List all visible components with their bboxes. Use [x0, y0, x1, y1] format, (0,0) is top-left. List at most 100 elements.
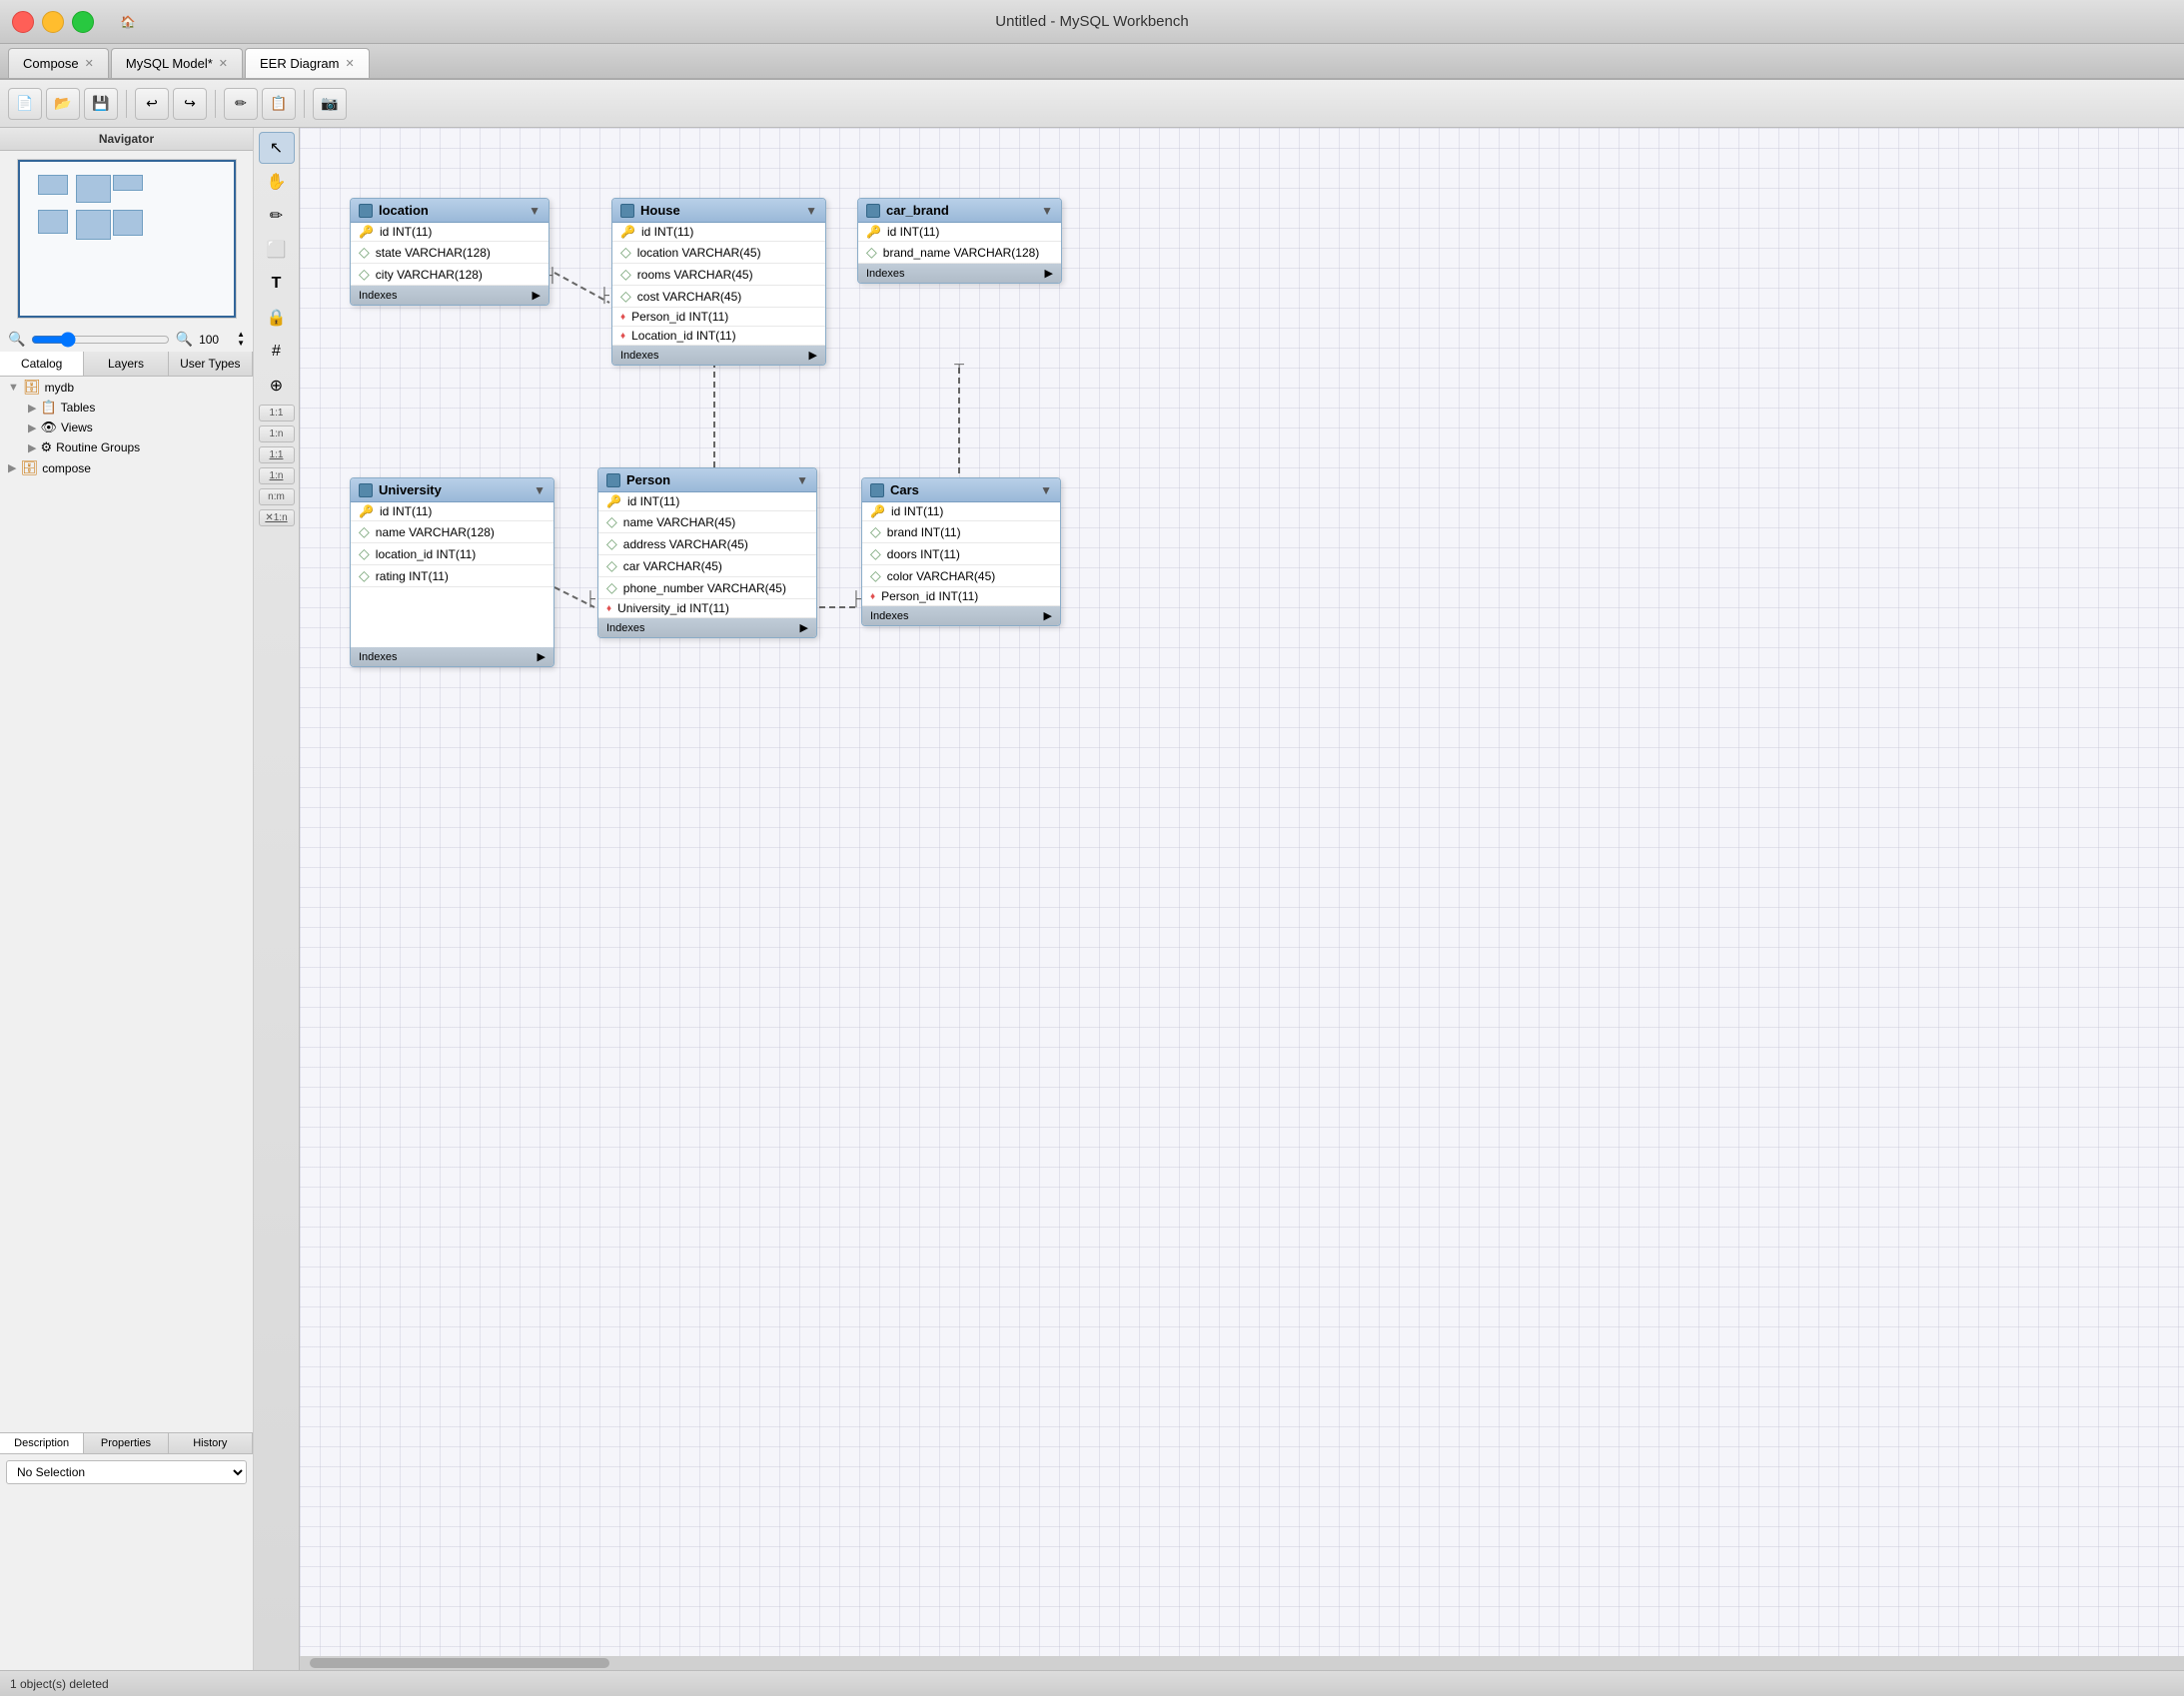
edit-tool[interactable]: ✏	[259, 200, 295, 232]
indexes-university[interactable]: Indexes ▶	[351, 647, 553, 666]
views-icon: 👁	[40, 420, 57, 435]
diagram-canvas[interactable]: ┤ ├ ⊤ ⊥ ┤ ├ ┤ ├ ⊤ ⊥ location ▼ 🔑 id	[300, 128, 2184, 1670]
dropdown-icon[interactable]: ▼	[796, 473, 808, 487]
null-icon: ◇	[359, 244, 370, 261]
horizontal-scrollbar[interactable]	[300, 1656, 2184, 1670]
selection-dropdown[interactable]: No Selection	[6, 1460, 247, 1484]
save-button[interactable]: 💾	[84, 88, 118, 120]
field-carbrand-name: ◇ brand_name VARCHAR(128)	[858, 242, 1061, 264]
select-tool[interactable]: ↖	[259, 132, 295, 164]
table-car-brand[interactable]: car_brand ▼ 🔑 id INT(11) ◇ brand_name VA…	[857, 198, 1062, 284]
table-location[interactable]: location ▼ 🔑 id INT(11) ◇ state VARCHAR(…	[350, 198, 549, 306]
table-location-header: location ▼	[351, 199, 548, 223]
lock-tool[interactable]: 🔒	[259, 302, 295, 334]
dropdown-icon[interactable]: ▼	[529, 204, 541, 218]
dropdown-icon[interactable]: ▼	[805, 204, 817, 218]
table-icon	[359, 204, 373, 218]
maximize-button[interactable]	[72, 11, 94, 33]
scrollbar-thumb[interactable]	[310, 1658, 609, 1668]
pk-icon: 🔑	[870, 504, 885, 518]
rel-1-n-tool[interactable]: 1:n	[259, 425, 295, 442]
add-tool[interactable]: ⊕	[259, 370, 295, 402]
tree-item-mydb[interactable]: ▼ 🗄 mydb	[0, 377, 253, 398]
tree-item-compose[interactable]: ▶ 🗄 compose	[0, 457, 253, 478]
copy-button[interactable]: 📋	[262, 88, 296, 120]
zoom-down-arrow[interactable]: ▼	[237, 340, 245, 348]
dropdown-icon[interactable]: ▼	[534, 483, 546, 497]
indexes-label: Indexes	[866, 268, 905, 280]
tab-properties[interactable]: Properties	[84, 1433, 168, 1453]
tree-item-tables[interactable]: ▶ 📋 Tables	[20, 398, 253, 418]
redo-button[interactable]: ↪	[173, 88, 207, 120]
indexes-label: Indexes	[359, 290, 398, 302]
text-tool[interactable]: T	[259, 268, 295, 300]
tab-close-icon[interactable]: ✕	[85, 57, 94, 70]
edit-button[interactable]: ✏	[224, 88, 258, 120]
zoom-out-icon[interactable]: 🔍	[8, 331, 25, 348]
table-cars[interactable]: Cars ▼ 🔑 id INT(11) ◇ brand INT(11) ◇ do…	[861, 477, 1061, 626]
tab-close-icon[interactable]: ✕	[219, 57, 228, 70]
field-name: id INT(11)	[887, 225, 939, 239]
svg-text:├: ├	[599, 287, 609, 305]
minimize-button[interactable]	[42, 11, 64, 33]
rel-1-n-c-tool[interactable]: ✕1:n	[259, 509, 295, 526]
field-university-name: ◇ name VARCHAR(128)	[351, 521, 553, 543]
table-person[interactable]: Person ▼ 🔑 id INT(11) ◇ name VARCHAR(45)…	[597, 467, 817, 638]
indexes-cars[interactable]: Indexes ▶	[862, 606, 1060, 625]
home-button[interactable]: 🏠	[110, 8, 146, 36]
screenshot-button[interactable]: 📷	[313, 88, 347, 120]
dropdown-icon[interactable]: ▼	[1041, 204, 1053, 218]
tab-compose[interactable]: Compose ✕	[8, 48, 109, 78]
field-name: Person_id INT(11)	[631, 310, 728, 324]
tab-mysql-model[interactable]: MySQL Model* ✕	[111, 48, 243, 78]
null-icon: ◇	[870, 567, 881, 584]
rel-1-nb-tool[interactable]: 1:n	[259, 467, 295, 484]
desc-content-area	[0, 1490, 253, 1670]
indexes-house[interactable]: Indexes ▶	[612, 346, 825, 365]
tab-description[interactable]: Description	[0, 1433, 84, 1453]
tab-catalog[interactable]: Catalog	[0, 352, 84, 376]
open-button[interactable]: 📂	[46, 88, 80, 120]
table-university[interactable]: University ▼ 🔑 id INT(11) ◇ name VARCHAR…	[350, 477, 554, 667]
zoom-in-icon[interactable]: 🔍	[176, 331, 193, 348]
tab-layers[interactable]: Layers	[84, 352, 168, 376]
fk-icon: ♦	[606, 603, 611, 614]
tab-eer-diagram[interactable]: EER Diagram ✕	[245, 48, 370, 78]
rel-1-1-tool[interactable]: 1:1	[259, 405, 295, 422]
field-house-cost: ◇ cost VARCHAR(45)	[612, 286, 825, 308]
status-bar: 1 object(s) deleted	[0, 1670, 2184, 1696]
indexes-expand-icon: ▶	[1045, 267, 1053, 280]
close-button[interactable]	[12, 11, 34, 33]
tree-label-tables: Tables	[61, 401, 96, 415]
indexes-location[interactable]: Indexes ▶	[351, 286, 548, 305]
tree-item-routine-groups[interactable]: ▶ ⚙ Routine Groups	[20, 437, 253, 457]
table-title-location: location	[379, 203, 523, 218]
zoom-up-arrow[interactable]: ▲	[237, 331, 245, 339]
rel-1-1b-tool[interactable]: 1:1	[259, 446, 295, 463]
new-button[interactable]: 📄	[8, 88, 42, 120]
navigator-canvas[interactable]	[17, 159, 237, 319]
tab-close-icon[interactable]: ✕	[345, 57, 354, 70]
tab-user-types[interactable]: User Types	[169, 352, 253, 376]
box-tool[interactable]: ⬜	[259, 234, 295, 266]
indexes-person[interactable]: Indexes ▶	[598, 618, 816, 637]
undo-button[interactable]: ↩	[135, 88, 169, 120]
tree-label-compose: compose	[42, 461, 91, 475]
field-person-university-id: ♦ University_id INT(11)	[598, 599, 816, 618]
pan-tool[interactable]: ✋	[259, 166, 295, 198]
dropdown-icon[interactable]: ▼	[1040, 483, 1052, 497]
table-house[interactable]: House ▼ 🔑 id INT(11) ◇ location VARCHAR(…	[611, 198, 826, 366]
fk-icon: ♦	[620, 312, 625, 323]
field-person-name: ◇ name VARCHAR(45)	[598, 511, 816, 533]
calc-tool[interactable]: #	[259, 336, 295, 368]
indexes-carbrand[interactable]: Indexes ▶	[858, 264, 1061, 283]
tree-label-mydb: mydb	[45, 381, 74, 395]
description-panel: Description Properties History No Select…	[0, 1432, 253, 1670]
rel-n-m-tool[interactable]: n:m	[259, 488, 295, 505]
tab-history[interactable]: History	[169, 1433, 253, 1453]
field-house-rooms: ◇ rooms VARCHAR(45)	[612, 264, 825, 286]
zoom-slider[interactable]	[31, 332, 169, 348]
field-name: rating INT(11)	[376, 569, 449, 583]
field-name: brand INT(11)	[887, 525, 961, 539]
tree-item-views[interactable]: ▶ 👁 Views	[20, 418, 253, 437]
